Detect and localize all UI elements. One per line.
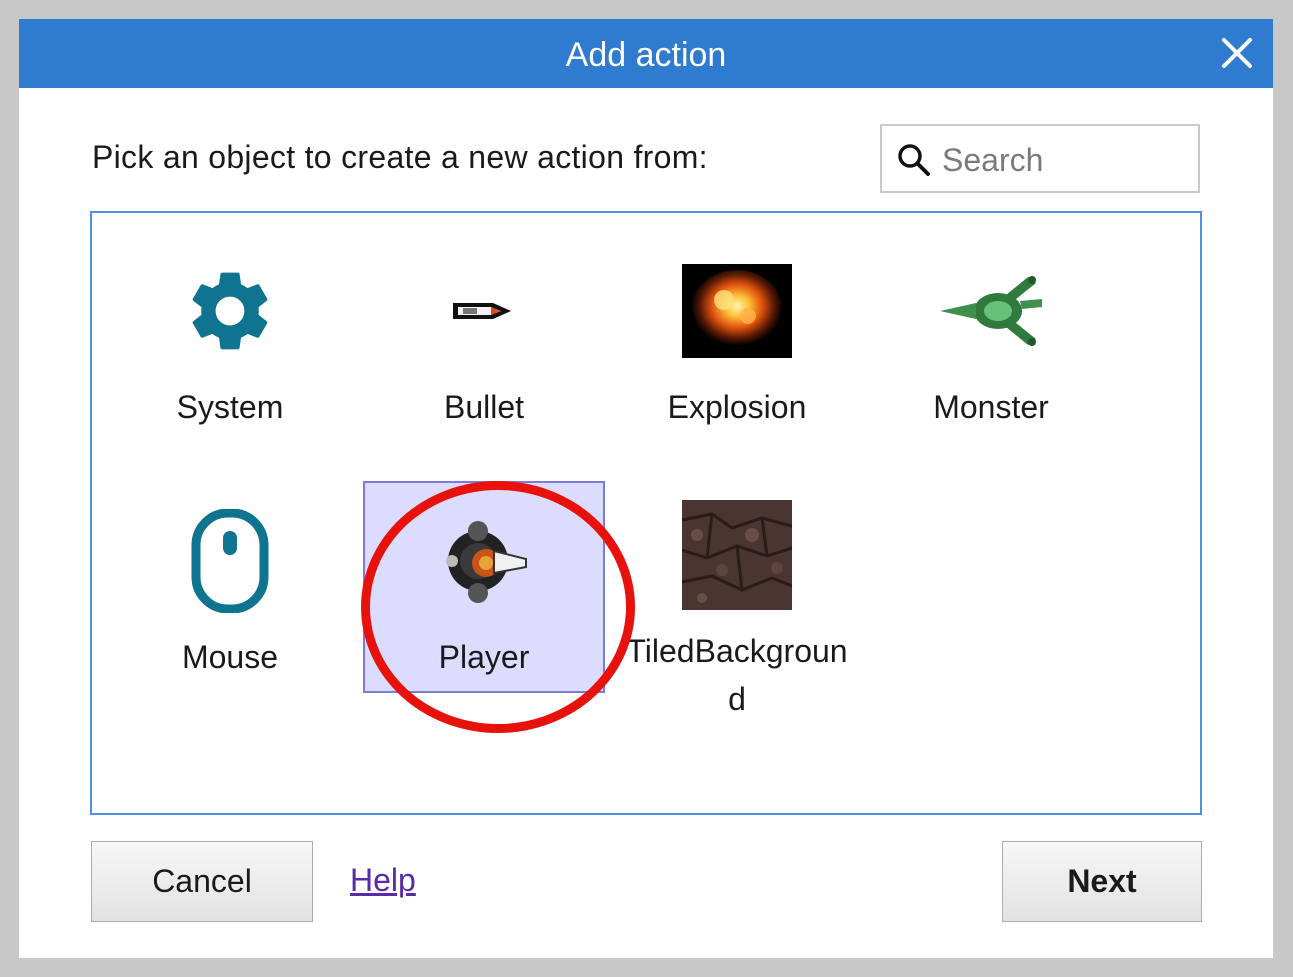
search-input[interactable]: [940, 134, 1194, 186]
tiled-background-icon: [682, 500, 792, 610]
add-action-dialog: Add action Pick an object to create a ne…: [19, 19, 1273, 958]
prompt-text: Pick an object to create a new action fr…: [92, 139, 708, 175]
bullet-sprite-icon: [453, 303, 511, 319]
help-link[interactable]: Help: [350, 862, 416, 899]
explosion-sprite-icon: [682, 264, 792, 358]
close-icon: [1222, 38, 1252, 68]
monster-sprite-icon: [940, 276, 1042, 346]
object-explosion[interactable]: Explosion: [618, 255, 856, 431]
object-label: Bullet: [443, 389, 525, 425]
object-label: Monster: [933, 389, 1049, 425]
cancel-button[interactable]: Cancel: [91, 841, 313, 922]
search-box[interactable]: [880, 124, 1200, 193]
object-label: TiledBackground: [626, 633, 848, 717]
object-label: System: [176, 389, 284, 425]
screen-frame: Add action Pick an object to create a ne…: [0, 0, 1293, 977]
next-button[interactable]: Next: [1002, 841, 1202, 922]
object-tiled-background[interactable]: TiledBackground: [618, 499, 856, 723]
object-player[interactable]: Player: [363, 481, 605, 693]
object-mouse[interactable]: Mouse: [111, 505, 349, 681]
object-list-panel: System Bullet Explosion Monster Mouse Pl…: [90, 211, 1202, 815]
close-button[interactable]: [1215, 31, 1259, 75]
player-sprite-icon: [446, 521, 527, 603]
gear-icon: [192, 272, 268, 350]
dialog-titlebar: Add action: [19, 19, 1273, 88]
object-system[interactable]: System: [111, 255, 349, 431]
object-label: Player: [438, 639, 530, 675]
search-icon: [898, 144, 930, 176]
object-monster[interactable]: Monster: [872, 255, 1110, 431]
mouse-icon: [191, 509, 269, 613]
object-label: Explosion: [667, 389, 807, 425]
object-label: Mouse: [181, 639, 279, 675]
dialog-title: Add action: [565, 36, 727, 74]
object-bullet[interactable]: Bullet: [365, 255, 603, 431]
